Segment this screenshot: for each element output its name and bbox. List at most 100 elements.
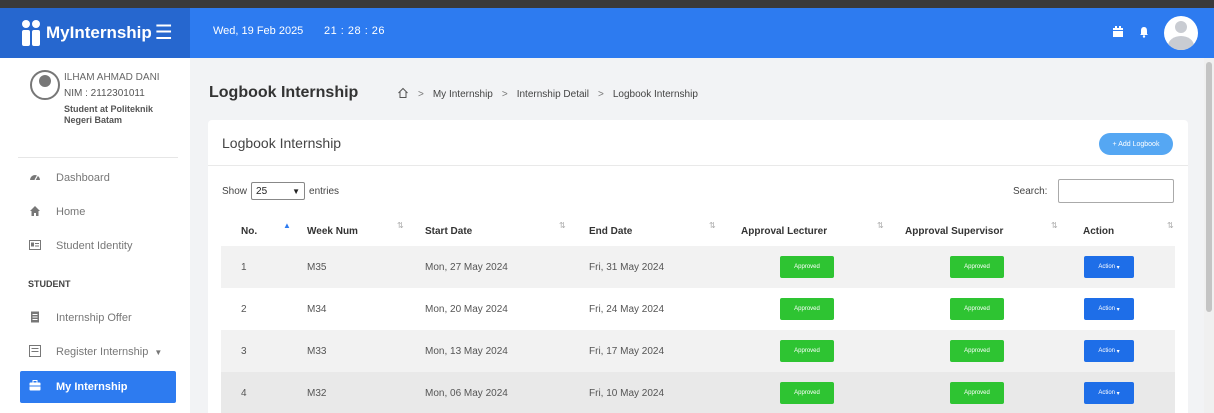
page-scrollbar[interactable] — [1204, 58, 1214, 413]
approval-supervisor-badge: Approved — [950, 382, 1004, 404]
table-row: 1 M35 Mon, 27 May 2024 Fri, 31 May 2024 … — [221, 246, 1175, 288]
sidebar-section-student: STUDENT — [28, 279, 71, 289]
home-icon — [28, 205, 42, 220]
breadcrumb-separator-icon: > — [501, 89, 508, 100]
breadcrumb-separator-icon: > — [418, 89, 424, 100]
brand-logo-icon — [20, 19, 42, 47]
search-input[interactable] — [1058, 179, 1174, 203]
cell-no: 3 — [241, 345, 247, 357]
profile-nim: NIM : 2112301011 — [64, 88, 145, 99]
column-header-week-num[interactable]: Week Num — [307, 216, 358, 246]
sort-icon[interactable]: ⇅ — [559, 222, 566, 230]
column-header-action: Action — [1083, 225, 1115, 237]
approval-supervisor-badge: Approved — [950, 340, 1004, 362]
cell-end-date: Fri, 10 May 2024 — [589, 387, 665, 399]
brand-name: MyInternship — [46, 23, 152, 42]
card-title: Logbook Internship — [222, 135, 342, 151]
cell-start-date: Mon, 13 May 2024 — [425, 345, 508, 357]
entries-label: entries — [309, 185, 340, 197]
sidebar-item-label: My Internship — [56, 381, 128, 393]
breadcrumb-my-internship[interactable]: My Internship — [433, 89, 493, 100]
breadcrumb: > My Internship > Internship Detail > Lo… — [397, 87, 698, 102]
table-row: 2 M34 Mon, 20 May 2024 Fri, 24 May 2024 … — [221, 288, 1175, 330]
approval-supervisor-badge: Approved — [950, 256, 1004, 278]
sidebar-item-label: Dashboard — [56, 172, 110, 184]
column-header-start-date[interactable]: Start Date — [425, 216, 472, 246]
sidebar-item-home[interactable]: Home — [20, 196, 176, 228]
cell-week-num: M32 — [307, 387, 327, 399]
sidebar-item-label: Home — [56, 206, 86, 218]
document-icon — [28, 311, 42, 326]
add-logbook-button[interactable]: + Add Logbook — [1099, 133, 1173, 155]
column-header-no[interactable]: No. — [241, 216, 257, 246]
card-header: Logbook Internship + Add Logbook — [208, 120, 1188, 166]
cell-no: 2 — [241, 303, 247, 315]
form-icon — [28, 344, 42, 360]
column-header-end-date[interactable]: End Date — [589, 216, 632, 246]
table-header: No. ▲ Week Num ⇅ Start Date ⇅ End Date ⇅… — [221, 216, 1175, 246]
approval-lecturer-badge: Approved — [780, 298, 834, 320]
action-dropdown-button[interactable]: Action ▾ — [1084, 382, 1134, 404]
cell-no: 4 — [241, 387, 247, 399]
sidebar-item-dashboard[interactable]: Dashboard — [20, 162, 176, 194]
id-card-icon — [28, 239, 42, 253]
header-date: Wed, 19 Feb 2025 — [213, 25, 304, 37]
hamburger-menu-icon[interactable]: ☰ — [155, 23, 173, 43]
page-title: Logbook Internship — [209, 84, 359, 101]
user-avatar[interactable] — [1164, 16, 1198, 50]
sidebar-item-student-identity[interactable]: Student Identity — [20, 230, 176, 262]
approval-lecturer-badge: Approved — [780, 256, 834, 278]
calendar-icon[interactable] — [1112, 25, 1124, 41]
header-clock: 21 : 28 : 26 — [324, 25, 386, 37]
breadcrumb-internship-detail[interactable]: Internship Detail — [517, 89, 589, 100]
approval-lecturer-badge: Approved — [780, 382, 834, 404]
sidebar-item-my-internship[interactable]: My Internship — [20, 371, 176, 403]
sort-icon[interactable]: ⇅ — [1167, 222, 1174, 230]
approval-lecturer-badge: Approved — [780, 340, 834, 362]
cell-start-date: Mon, 20 May 2024 — [425, 303, 508, 315]
breadcrumb-home-icon[interactable] — [397, 87, 409, 102]
show-label: Show — [222, 185, 248, 197]
scrollbar-thumb[interactable] — [1206, 62, 1212, 312]
sidebar-item-register-internship[interactable]: Register Internship ▼ — [20, 336, 176, 368]
browser-strip — [0, 0, 1214, 8]
table-row: 4 M32 Mon, 06 May 2024 Fri, 10 May 2024 … — [221, 372, 1175, 413]
cell-week-num: M35 — [307, 261, 327, 273]
breadcrumb-separator-icon: > — [597, 89, 604, 100]
sort-asc-icon[interactable]: ▲ — [283, 222, 291, 230]
entries-select[interactable]: 25 ▼ — [251, 182, 306, 200]
column-header-approval-supervisor[interactable]: Approval Supervisor — [905, 216, 1003, 246]
table-row: 3 M33 Mon, 13 May 2024 Fri, 17 May 2024 … — [221, 330, 1175, 372]
sort-icon[interactable]: ⇅ — [397, 222, 404, 230]
cell-week-num: M33 — [307, 345, 327, 357]
action-dropdown-button[interactable]: Action ▾ — [1084, 256, 1134, 278]
chevron-down-icon: ▼ — [154, 347, 163, 357]
breadcrumb-logbook-internship: Logbook Internship — [612, 89, 698, 100]
profile-name: ILHAM AHMAD DANI — [64, 72, 160, 83]
sort-icon[interactable]: ⇅ — [877, 222, 884, 230]
cell-end-date: Fri, 24 May 2024 — [589, 303, 665, 315]
brand[interactable]: MyInternship ☰ — [0, 8, 190, 58]
sidebar-item-internship-offer[interactable]: Internship Offer — [20, 302, 176, 334]
cell-end-date: Fri, 31 May 2024 — [589, 261, 665, 273]
bell-icon[interactable] — [1138, 26, 1150, 41]
cell-end-date: Fri, 17 May 2024 — [589, 345, 665, 357]
action-dropdown-button[interactable]: Action ▾ — [1084, 340, 1134, 362]
column-header-approval-lecturer[interactable]: Approval Lecturer — [741, 216, 827, 246]
sort-icon[interactable]: ⇅ — [1051, 222, 1058, 230]
sort-icon[interactable]: ⇅ — [709, 222, 716, 230]
entries-select-value: 25 — [256, 185, 268, 197]
sidebar-item-label: Student Identity — [56, 240, 133, 252]
sidebar-item-label: Register Internship — [56, 346, 149, 358]
profile-avatar — [30, 70, 60, 100]
action-dropdown-button[interactable]: Action ▾ — [1084, 298, 1134, 320]
briefcase-icon — [28, 380, 42, 394]
search-label: Search: — [1013, 186, 1048, 197]
cell-start-date: Mon, 27 May 2024 — [425, 261, 508, 273]
chevron-down-icon: ▼ — [292, 186, 301, 196]
profile-card: ILHAM AHMAD DANI NIM : 2112301011 Studen… — [18, 68, 178, 158]
dashboard-icon — [28, 171, 42, 186]
entries-length-control: Show 25 ▼ entries — [222, 182, 339, 200]
profile-school: Student at Politeknik Negeri Batam — [64, 104, 154, 125]
top-header: MyInternship ☰ Wed, 19 Feb 2025 21 : 28 … — [0, 8, 1214, 58]
